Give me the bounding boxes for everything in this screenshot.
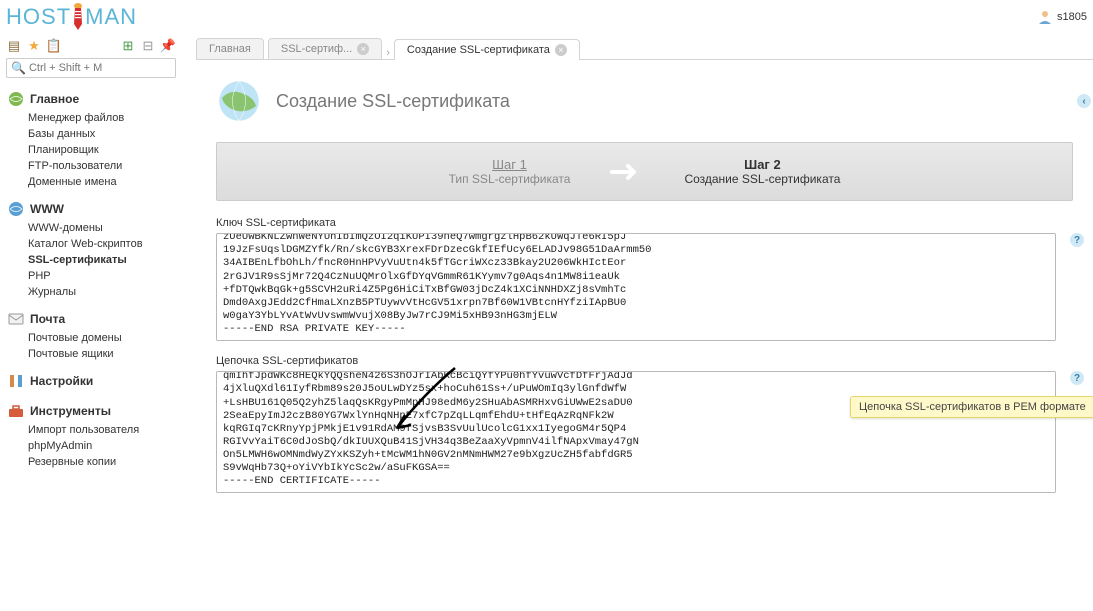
tab-home[interactable]: Главная — [196, 38, 264, 59]
help-icon[interactable]: ‹ — [1077, 94, 1091, 108]
page-title: Создание SSL-сертификата — [276, 91, 510, 112]
hint-icon[interactable]: ? — [1070, 371, 1084, 385]
side-heading-settings[interactable]: Настройки — [6, 370, 176, 392]
user-corner[interactable]: s1805 — [1037, 9, 1087, 25]
search-row[interactable]: 🔍 — [6, 58, 176, 78]
globe-blue-icon — [8, 201, 24, 217]
side-item-php[interactable]: PHP — [28, 268, 176, 284]
main-panel: Главная SSL-сертиф... × › Создание SSL-с… — [182, 34, 1093, 507]
side-item-domains[interactable]: Доменные имена — [28, 174, 176, 190]
close-icon[interactable]: × — [357, 43, 369, 55]
side-item-databases[interactable]: Базы данных — [28, 126, 176, 142]
side-heading-mail[interactable]: Почта — [6, 308, 176, 330]
side-item-filemanager[interactable]: Менеджер файлов — [28, 110, 176, 126]
tab-ssl-create[interactable]: Создание SSL-сертификата × — [394, 39, 580, 60]
ssl-chain-textarea[interactable] — [216, 371, 1056, 493]
side-item-phpmyadmin[interactable]: phpMyAdmin — [28, 438, 176, 454]
side-item-scheduler[interactable]: Планировщик — [28, 142, 176, 158]
side-heading-tools[interactable]: Инструменты — [6, 400, 176, 422]
side-item-mailboxes[interactable]: Почтовые ящики — [28, 346, 176, 362]
pin-icon[interactable]: 📌 — [160, 38, 176, 54]
search-input[interactable] — [29, 62, 171, 74]
step-1[interactable]: Шаг 1 Тип SSL-сертификата — [449, 157, 571, 186]
side-item-import[interactable]: Импорт пользователя — [28, 422, 176, 438]
side-item-backups[interactable]: Резервные копии — [28, 454, 176, 470]
step-2: Шаг 2 Создание SSL-сертификата — [684, 157, 840, 186]
toolbox-icon — [8, 403, 24, 419]
chain-label: Цепочка SSL-сертификатов — [216, 355, 1073, 367]
side-item-ssl[interactable]: SSL-сертификаты — [28, 252, 176, 268]
remove-icon[interactable]: ⊟ — [140, 38, 156, 54]
tooltip: Цепочка SSL-сертификатов в PEM формате — [850, 396, 1093, 418]
tools-icon — [8, 373, 24, 389]
arrow-right-icon — [610, 162, 644, 182]
user-icon — [1037, 9, 1053, 25]
close-icon[interactable]: × — [555, 44, 567, 56]
star-icon[interactable]: ★ — [26, 38, 42, 54]
side-item-catalog[interactable]: Каталог Web-скриптов — [28, 236, 176, 252]
side-item-logs[interactable]: Журналы — [28, 284, 176, 300]
key-label: Ключ SSL-сертификата — [216, 217, 1073, 229]
tabs-bar: Главная SSL-сертиф... × › Создание SSL-с… — [196, 34, 1093, 60]
chevron-right-icon: › — [386, 47, 390, 59]
user-name: s1805 — [1057, 11, 1087, 23]
hint-icon[interactable]: ? — [1070, 233, 1084, 247]
globe-large-icon — [216, 78, 262, 124]
side-item-wwwdomains[interactable]: WWW-домены — [28, 220, 176, 236]
clipboard-icon[interactable]: 📋 — [46, 38, 62, 54]
tab-ssl-list[interactable]: SSL-сертиф... × — [268, 38, 382, 59]
ssl-key-textarea[interactable] — [216, 233, 1056, 341]
stack-icon[interactable]: ▤ — [6, 38, 22, 54]
mail-icon — [8, 311, 24, 327]
sidebar: ▤ ★ 📋 ⊞ ⊟ 📌 🔍 Главное Менеджер файлов Ба… — [0, 34, 182, 507]
annotation-arrow-icon — [385, 363, 465, 443]
side-item-ftp[interactable]: FTP-пользователи — [28, 158, 176, 174]
add-icon[interactable]: ⊞ — [120, 38, 136, 54]
search-icon: 🔍 — [11, 61, 26, 75]
side-item-maildomains[interactable]: Почтовые домены — [28, 330, 176, 346]
side-heading-main[interactable]: Главное — [6, 88, 176, 110]
side-heading-www[interactable]: WWW — [6, 198, 176, 220]
steps-bar: Шаг 1 Тип SSL-сертификата Шаг 2 Создание… — [216, 142, 1073, 201]
brand-logo: HOST MAN — [6, 2, 137, 32]
globe-green-icon — [8, 91, 24, 107]
